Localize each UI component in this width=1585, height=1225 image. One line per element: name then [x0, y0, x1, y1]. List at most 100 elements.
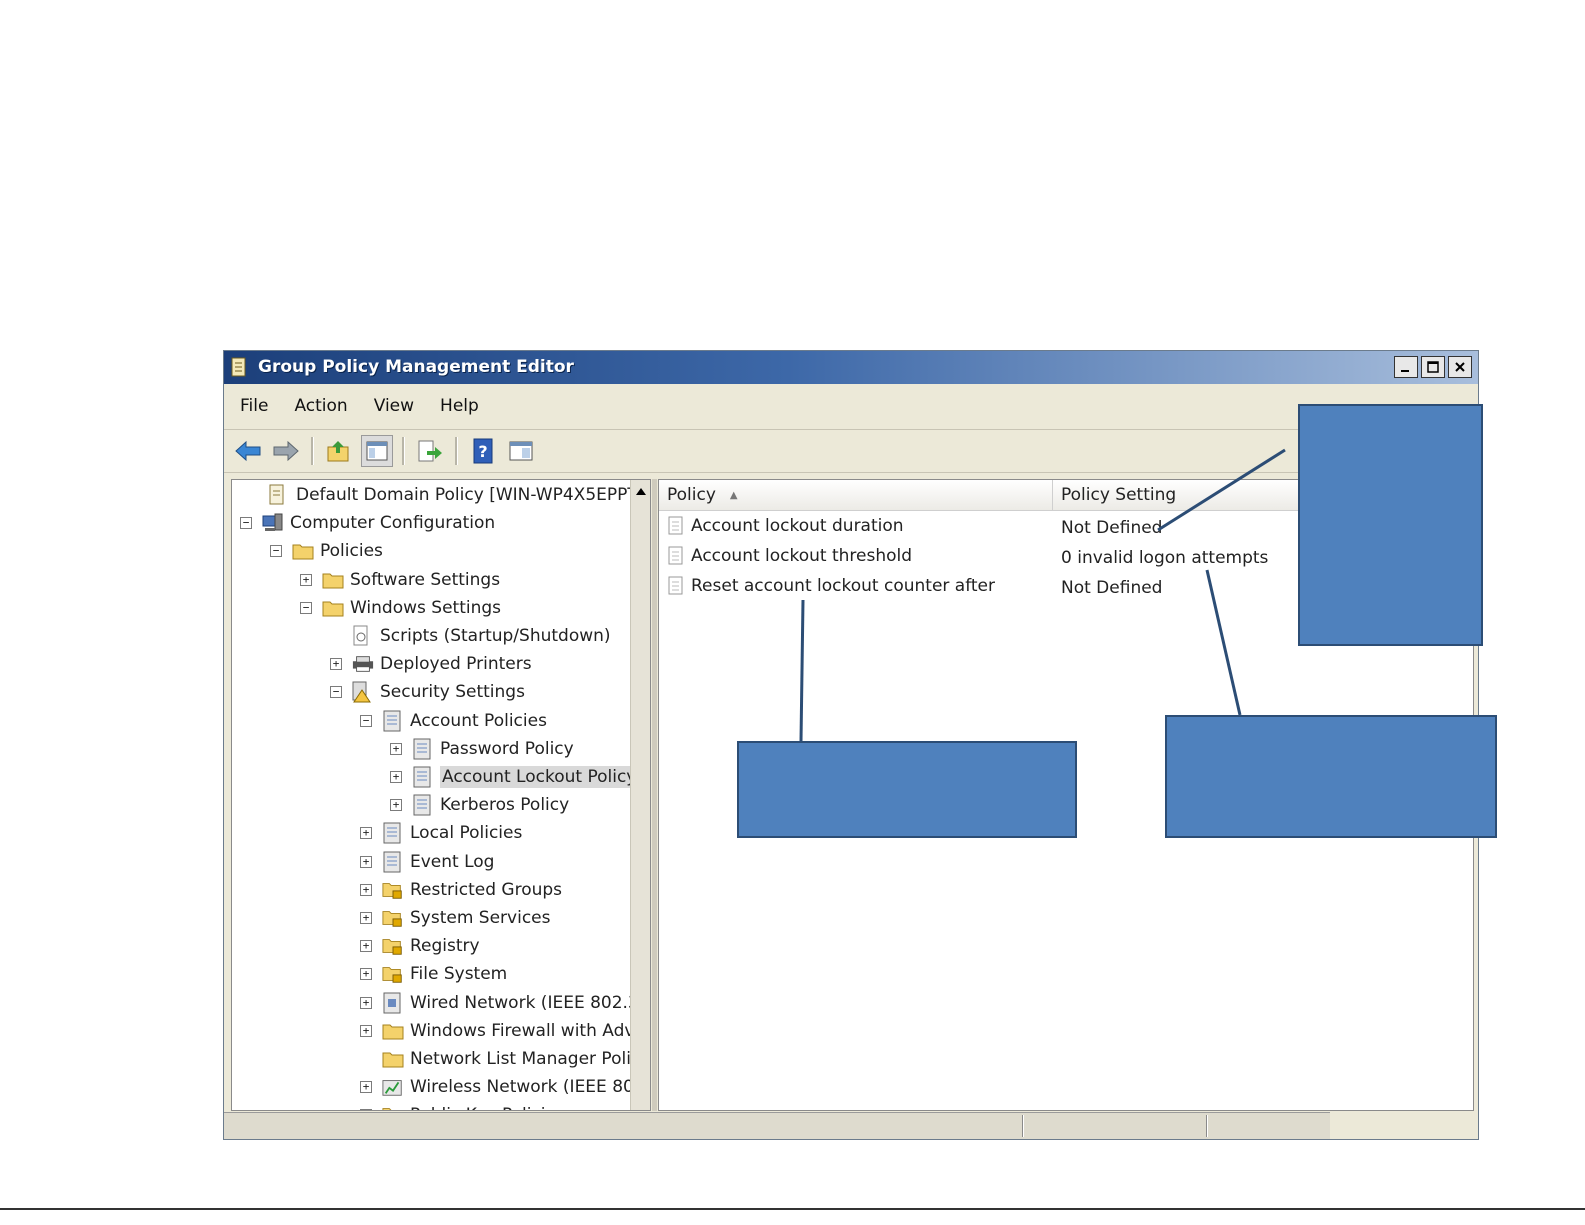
policy-setting-value: Not Defined	[1061, 578, 1163, 598]
locked-folder-icon	[382, 963, 404, 985]
tree-item[interactable]: − Windows Settings	[300, 595, 501, 621]
expand-toggle[interactable]: +	[360, 1081, 372, 1094]
menu-bar: File Action View Help	[224, 384, 1478, 428]
collapse-toggle[interactable]: −	[360, 714, 372, 727]
minimize-button[interactable]	[1394, 356, 1418, 378]
expand-toggle[interactable]: +	[300, 573, 312, 586]
forward-button[interactable]	[270, 435, 302, 467]
tree-item[interactable]: + Deployed Printers	[330, 651, 532, 677]
close-button[interactable]	[1448, 356, 1472, 378]
column-header-policy-setting[interactable]: Policy Setting	[1053, 480, 1303, 510]
tree-item-label: Deployed Printers	[380, 654, 532, 675]
tree-item[interactable]: − Security Settings	[330, 679, 525, 705]
tree-item[interactable]: + Account Lockout Policy	[390, 764, 639, 790]
collapse-toggle[interactable]: −	[330, 686, 342, 699]
tree-item[interactable]: − Account Policies	[360, 708, 547, 734]
show-hide-tree-button[interactable]	[361, 435, 393, 467]
tree-item[interactable]: + Registry	[360, 933, 480, 959]
tree-item[interactable]: + System Services	[360, 905, 550, 931]
policy-book-icon	[412, 794, 434, 816]
expand-toggle[interactable]: +	[360, 827, 372, 840]
tree-item-label: Computer Configuration	[290, 513, 496, 534]
tree-item-label: Windows Firewall with Adva	[410, 1020, 645, 1041]
expand-toggle[interactable]: +	[360, 1024, 372, 1037]
status-divider	[1022, 1115, 1024, 1137]
tree-scrollbar[interactable]	[630, 480, 650, 1110]
tree-item-label: Scripts (Startup/Shutdown)	[380, 626, 611, 646]
toolbar-separator	[402, 437, 405, 465]
tree-item-label: Network List Manager Polici	[410, 1049, 645, 1069]
folder-icon	[382, 1020, 404, 1042]
toolbar-separator	[455, 437, 458, 465]
column-header-policy[interactable]: Policy ▲	[659, 480, 1053, 510]
collapse-toggle[interactable]: −	[300, 601, 312, 614]
collapse-toggle[interactable]: −	[240, 517, 252, 530]
tree-item[interactable]: + Public Key Polici	[360, 1102, 546, 1110]
up-level-button[interactable]	[323, 435, 355, 467]
expand-toggle[interactable]: +	[390, 771, 402, 783]
expand-toggle[interactable]: +	[360, 855, 372, 868]
tree-item[interactable]: Network List Manager Polici	[360, 1046, 645, 1072]
expand-toggle[interactable]: +	[360, 912, 372, 924]
tree-item-label: Policies	[320, 541, 383, 562]
back-button[interactable]	[232, 435, 264, 467]
console-tree[interactable]: Default Domain Policy [WIN-WP4X5EPPTIO.t…	[231, 479, 651, 1111]
tree-item[interactable]: + Kerberos Policy	[390, 792, 569, 818]
expand-toggle[interactable]: +	[360, 940, 372, 953]
tree-item[interactable]: + File System	[360, 961, 507, 987]
tree-item[interactable]: + Password Policy	[390, 736, 574, 762]
expand-toggle[interactable]: +	[360, 996, 372, 1009]
close-icon	[1455, 362, 1465, 372]
tree-item[interactable]: + Windows Firewall with Adva	[360, 1018, 645, 1044]
expand-toggle[interactable]: +	[360, 1109, 372, 1110]
policy-name-cell: Account lockout threshold	[667, 546, 912, 566]
tree-item[interactable]: + Restricted Groups	[360, 877, 562, 903]
back-arrow-icon	[235, 440, 261, 462]
folder-icon	[322, 569, 344, 591]
pane-splitter[interactable]	[652, 479, 657, 1111]
maximize-button[interactable]	[1421, 356, 1445, 378]
title-bar[interactable]: Group Policy Management Editor	[224, 351, 1478, 384]
tree-item[interactable]: + Local Policies	[360, 820, 522, 846]
help-icon: ?	[473, 438, 493, 464]
expand-toggle[interactable]: +	[390, 742, 402, 755]
menu-action[interactable]: Action	[294, 396, 347, 416]
tree-item[interactable]: Scripts (Startup/Shutdown)	[330, 623, 611, 649]
slide-bottom-rule	[0, 1208, 1585, 1210]
callout-box	[1298, 404, 1483, 646]
tree-item-label: System Services	[410, 908, 551, 928]
properties-pane-button[interactable]	[505, 435, 537, 467]
security-icon	[352, 681, 374, 703]
help-button[interactable]: ?	[467, 435, 499, 467]
tree-item[interactable]: − Policies	[270, 538, 383, 564]
tree-item[interactable]: − Computer Configuration	[240, 510, 495, 536]
tree-item-label: Local Policies	[410, 823, 523, 844]
tree-item[interactable]: + Wired Network (IEEE 802.3	[360, 990, 639, 1016]
policy-item-icon	[668, 516, 683, 535]
tree-item-label: File System	[410, 964, 508, 985]
show-hide-tree-icon	[366, 441, 388, 461]
policy-setting-value: Not Defined	[1061, 518, 1163, 538]
tree-item[interactable]: + Event Log	[360, 849, 494, 875]
expand-toggle[interactable]: +	[330, 658, 342, 671]
menu-help[interactable]: Help	[440, 396, 479, 416]
tree-item[interactable]: Default Domain Policy [WIN-WP4X5EPPTIO.t…	[246, 482, 650, 508]
menu-view[interactable]: View	[374, 396, 414, 416]
folder-icon	[382, 1048, 404, 1070]
expand-toggle[interactable]: +	[360, 968, 372, 981]
menu-file[interactable]: File	[240, 396, 268, 416]
export-list-icon	[418, 440, 442, 462]
expand-toggle[interactable]: +	[360, 883, 372, 896]
policy-name-cell: Account lockout duration	[667, 516, 904, 536]
scroll-up-button[interactable]	[633, 482, 648, 500]
export-list-button[interactable]	[414, 435, 446, 467]
callout-box	[737, 741, 1077, 838]
tree-item-label: Default Domain Policy [WIN-WP4X5EPPTIO.t…	[296, 485, 650, 505]
expand-toggle[interactable]: +	[390, 799, 402, 812]
tree-item[interactable]: + Software Settings	[300, 567, 500, 593]
tree-item-label: Software Settings	[350, 569, 501, 590]
collapse-toggle[interactable]: −	[270, 545, 282, 558]
computer-icon	[262, 512, 284, 534]
tree-item[interactable]: + Wireless Network (IEEE 802	[360, 1074, 645, 1100]
